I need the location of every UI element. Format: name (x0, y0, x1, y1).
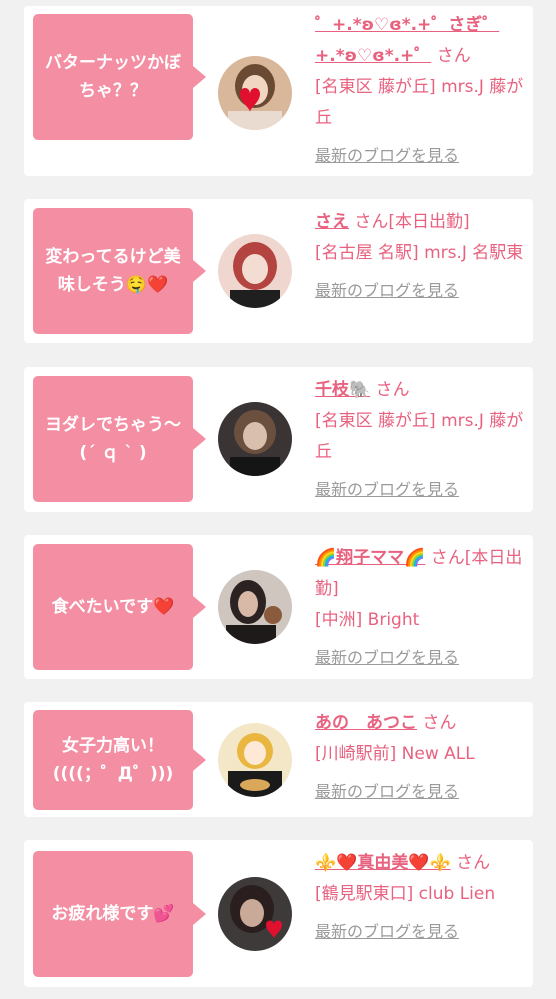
latest-blog-link[interactable]: 最新のブログを見る (315, 275, 459, 306)
shop-name: [名東区 藤が丘] mrs.J 藤が丘 (315, 77, 524, 128)
avatar-heart-photo-icon (218, 56, 292, 130)
comment-card: ヨダレでちゃう〜(´ ｑ ` ) 千枝🐘 さん [名東区 藤が丘] mrs.J … (24, 367, 533, 512)
comment-card: 女子力高い！((((；゜Д゜))) あの あつこ さん [川崎駅前] New A… (24, 702, 533, 817)
comment-card: 変わってるけど美味しそう🤤❤️ さえ さん[本日出勤] [名古屋 名駅] mrs… (24, 199, 533, 343)
comment-card: お疲れ様です💕 ⚜️❤️真由美❤️⚜️ さん [鶴見駅東口] club Lien… (24, 840, 533, 987)
shop-name: [川崎駅前] New ALL (315, 744, 475, 764)
comment-text: バターナッツかぼちゃ？？ (45, 53, 181, 101)
commenter-info: ゜+.*ʚ♡ɞ*.+゜さぎ゜+.*ʚ♡ɞ*.+゜ さん [名東区 藤が丘] mr… (315, 10, 525, 172)
commenter-name-link[interactable]: 千枝🐘 (315, 380, 370, 400)
commenter-info: あの あつこ さん [川崎駅前] New ALL 最新のブログを見る (315, 708, 525, 808)
commenter-name-link[interactable]: さえ (315, 212, 349, 232)
commenter-name-link[interactable]: 🌈翔子ママ🌈 (315, 548, 425, 568)
avatar[interactable] (218, 877, 292, 951)
comment-text: ヨダレでちゃう〜(´ ｑ ` ) (45, 415, 181, 463)
comment-bubble: 食べたいです❤️ (33, 544, 206, 670)
commenter-name-link[interactable]: あの あつこ (315, 713, 417, 733)
honorific-suffix: さん (375, 380, 410, 400)
comment-text: 女子力高い！((((；゜Д゜))) (52, 736, 174, 784)
comment-text: 変わってるけど美味しそう🤤❤️ (45, 247, 181, 295)
comment-text: お疲れ様です💕 (51, 904, 175, 924)
shop-name: [名東区 藤が丘] mrs.J 藤が丘 (315, 411, 524, 462)
honorific-suffix: さん (422, 713, 457, 733)
comment-bubble: 女子力高い！((((；゜Д゜))) (33, 710, 206, 810)
comment-bubble: バターナッツかぼちゃ？？ (33, 14, 206, 140)
comment-bubble: 変わってるけど美味しそう🤤❤️ (33, 208, 206, 334)
latest-blog-link[interactable]: 最新のブログを見る (315, 140, 459, 171)
shop-name: [名古屋 名駅] mrs.J 名駅東 (315, 243, 524, 263)
avatar-photo-icon (218, 570, 292, 644)
latest-blog-link[interactable]: 最新のブログを見る (315, 916, 459, 947)
commenter-info: 🌈翔子ママ🌈 さん[本日出勤] [中洲] Bright 最新のブログを見る (315, 543, 525, 674)
latest-blog-link[interactable]: 最新のブログを見る (315, 474, 459, 505)
avatar-heart-photo-icon (218, 877, 292, 951)
commenter-name-link[interactable]: ⚜️❤️真由美❤️⚜️ (315, 853, 451, 873)
commenter-info: 千枝🐘 さん [名東区 藤が丘] mrs.J 藤が丘 最新のブログを見る (315, 375, 525, 506)
comment-card: 食べたいです❤️ 🌈翔子ママ🌈 さん[本日出勤] [中洲] Bright 最新の… (24, 535, 533, 679)
avatar-photo-icon (218, 723, 292, 797)
avatar[interactable] (218, 723, 292, 797)
latest-blog-link[interactable]: 最新のブログを見る (315, 776, 459, 807)
avatar[interactable] (218, 402, 292, 476)
commenter-name-link[interactable]: ゜+.*ʚ♡ɞ*.+゜さぎ゜+.*ʚ♡ɞ*.+゜ (315, 15, 499, 66)
comment-bubble: ヨダレでちゃう〜(´ ｑ ` ) (33, 376, 206, 502)
comment-bubble: お疲れ様です💕 (33, 851, 206, 977)
honorific-suffix: さん[本日出勤] (354, 212, 470, 232)
shop-name: [鶴見駅東口] club Lien (315, 884, 496, 904)
honorific-suffix: さん (456, 853, 491, 873)
latest-blog-link[interactable]: 最新のブログを見る (315, 642, 459, 673)
commenter-info: さえ さん[本日出勤] [名古屋 名駅] mrs.J 名駅東 最新のブログを見る (315, 207, 525, 307)
shop-name: [中洲] Bright (315, 610, 420, 630)
avatar-photo-icon (218, 402, 292, 476)
avatar[interactable] (218, 570, 292, 644)
avatar-photo-icon (218, 234, 292, 308)
avatar[interactable] (218, 56, 292, 130)
avatar[interactable] (218, 234, 292, 308)
comment-text: 食べたいです❤️ (51, 597, 175, 617)
honorific-suffix: さん (436, 46, 471, 66)
comment-card: バターナッツかぼちゃ？？ ゜+.*ʚ♡ɞ*.+゜さぎ゜+.*ʚ♡ɞ*.+゜ さん… (24, 6, 533, 176)
commenter-info: ⚜️❤️真由美❤️⚜️ さん [鶴見駅東口] club Lien 最新のブログを… (315, 848, 525, 948)
